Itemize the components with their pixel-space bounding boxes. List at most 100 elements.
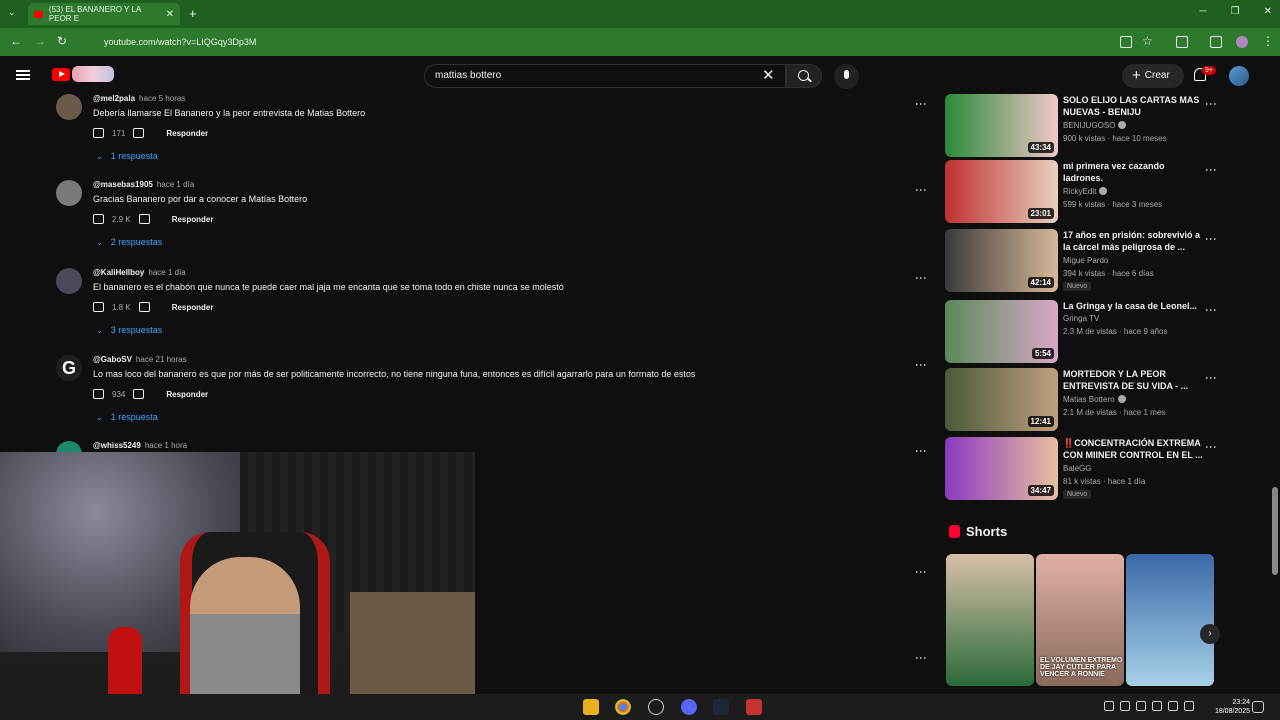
video-title[interactable]: ‼️CONCENTRACIÓN EXTREMA CON MIINER CONTR…: [1063, 437, 1203, 461]
video-channel[interactable]: Gringa TV: [1063, 314, 1099, 323]
user-avatar[interactable]: [1229, 66, 1249, 86]
url-field[interactable]: youtube.com/watch?v=LIQGqy3Dp3M: [84, 32, 1194, 52]
like-icon[interactable]: [93, 128, 104, 138]
comment-author[interactable]: @KaliHellboy: [93, 268, 144, 277]
comment-time[interactable]: hace 1 día: [157, 180, 194, 189]
scrollbar-thumb[interactable]: [1272, 487, 1278, 575]
reply-button[interactable]: Responder: [172, 215, 214, 224]
notifications-icon[interactable]: [1252, 701, 1264, 713]
tray-icon[interactable]: [1120, 701, 1130, 711]
video-title[interactable]: La Gringa y la casa de Leonel...: [1063, 300, 1203, 312]
app-icon[interactable]: [746, 699, 762, 715]
new-tab-icon[interactable]: +: [189, 6, 197, 21]
file-explorer-icon[interactable]: [583, 699, 599, 715]
tray-icon[interactable]: [1104, 701, 1114, 711]
comment-avatar[interactable]: [56, 180, 82, 206]
dislike-icon[interactable]: [133, 389, 145, 399]
back-icon[interactable]: ←: [10, 34, 22, 48]
wifi-icon[interactable]: [1168, 701, 1178, 711]
clock[interactable]: 23:24 18/08/2025: [1215, 698, 1250, 716]
browser-tab[interactable]: (53) EL BANANERO Y LA PEOR E ✕: [28, 3, 180, 25]
comment-menu-icon[interactable]: ⋮: [914, 566, 928, 578]
video-channel[interactable]: BaleGG: [1063, 464, 1091, 473]
reply-button[interactable]: Responder: [166, 129, 208, 138]
video-title[interactable]: mi primera vez cazando ladrones.: [1063, 160, 1203, 184]
volume-icon[interactable]: [1184, 701, 1194, 711]
video-channel[interactable]: Matias Bottero: [1063, 395, 1126, 404]
discord-icon[interactable]: [681, 699, 697, 715]
voice-search-icon[interactable]: [834, 64, 859, 89]
video-thumbnail[interactable]: 42:14: [945, 229, 1058, 292]
youtube-logo-icon[interactable]: [52, 68, 70, 81]
video-title[interactable]: MORTEDOR Y LA PEOR ENTREVISTA DE SU VIDA…: [1063, 368, 1203, 392]
reply-button[interactable]: Responder: [172, 303, 214, 312]
like-icon[interactable]: [93, 302, 104, 312]
search-button[interactable]: [786, 64, 822, 88]
video-thumbnail[interactable]: 23:01: [945, 160, 1058, 223]
related-video[interactable]: 5:54 La Gringa y la casa de Leonel... Gr…: [945, 300, 1220, 364]
search-input[interactable]: mattias bottero: [424, 64, 786, 88]
page-scrollbar[interactable]: [1270, 94, 1280, 694]
short-item[interactable]: [946, 554, 1034, 686]
view-replies-button[interactable]: ⌄ 1 respuesta: [96, 412, 158, 422]
related-video[interactable]: 42:14 17 años en prisión: sobrevivió a l…: [945, 229, 1220, 293]
clear-search-icon[interactable]: ✕: [762, 66, 775, 84]
comment-menu-icon[interactable]: ⋮: [914, 98, 928, 110]
install-icon[interactable]: [1120, 36, 1132, 48]
steam-icon[interactable]: [713, 699, 729, 715]
comment-menu-icon[interactable]: ⋮: [914, 445, 928, 457]
dislike-icon[interactable]: [138, 302, 150, 312]
comment-menu-icon[interactable]: ⋮: [914, 184, 928, 196]
like-icon[interactable]: [93, 389, 104, 399]
comment-menu-icon[interactable]: ⋮: [914, 359, 928, 371]
video-title[interactable]: 17 años en prisión: sobrevivió a la cárc…: [1063, 229, 1203, 253]
like-icon[interactable]: [93, 214, 104, 224]
profile-icon[interactable]: [1236, 36, 1248, 48]
video-menu-icon[interactable]: ⋮: [1204, 233, 1218, 245]
menu-icon[interactable]: [16, 70, 30, 80]
tray-icon[interactable]: [1152, 701, 1162, 711]
comment-time[interactable]: hace 1 día: [148, 268, 185, 277]
video-thumbnail[interactable]: 34:47: [945, 437, 1058, 500]
comment-avatar[interactable]: G: [56, 355, 82, 381]
comment-avatar[interactable]: [56, 94, 82, 120]
dislike-icon[interactable]: [133, 128, 145, 138]
minimize-icon[interactable]: ─: [1200, 6, 1207, 17]
reply-button[interactable]: Responder: [166, 390, 208, 399]
short-item[interactable]: EL VOLUMEN EXTREMO DE JAY CUTLER PARA VE…: [1036, 554, 1124, 686]
video-menu-icon[interactable]: ⋮: [1204, 441, 1218, 453]
related-video[interactable]: 23:01 mi primera vez cazando ladrones. R…: [945, 160, 1220, 224]
youtube-doodle[interactable]: [72, 66, 114, 82]
maximize-icon[interactable]: ❐: [1231, 6, 1240, 17]
related-video[interactable]: 12:41 MORTEDOR Y LA PEOR ENTREVISTA DE S…: [945, 368, 1220, 432]
comment-time[interactable]: hace 5 horas: [139, 94, 185, 103]
comment-author[interactable]: @masebas1905: [93, 180, 153, 189]
video-thumbnail[interactable]: 12:41: [945, 368, 1058, 431]
media-icon[interactable]: [1210, 36, 1222, 48]
comment-author[interactable]: @GaboSV: [93, 355, 132, 364]
video-channel[interactable]: Migue Pardo: [1063, 256, 1108, 265]
video-menu-icon[interactable]: ⋮: [1204, 304, 1218, 316]
comment-avatar[interactable]: [56, 268, 82, 294]
tab-search-icon[interactable]: ⌄: [8, 7, 16, 18]
video-title[interactable]: SOLO ELIJO LAS CARTAS MAS NUEVAS - BENIJ…: [1063, 94, 1203, 118]
comment-author[interactable]: @mel2pala: [93, 94, 135, 103]
comment-menu-icon[interactable]: ⋮: [914, 652, 928, 664]
obs-icon[interactable]: [648, 699, 664, 715]
video-channel[interactable]: BENIJUGOSO: [1063, 121, 1127, 130]
comment-time[interactable]: hace 21 horas: [136, 355, 187, 364]
extensions-icon[interactable]: [1176, 36, 1188, 48]
chrome-icon[interactable]: [615, 699, 631, 715]
close-window-icon[interactable]: ✕: [1264, 6, 1272, 17]
view-replies-button[interactable]: ⌄ 3 respuestas: [96, 325, 162, 335]
video-channel[interactable]: RickyEdit: [1063, 187, 1108, 196]
related-video[interactable]: 43:34 SOLO ELIJO LAS CARTAS MAS NUEVAS -…: [945, 94, 1220, 158]
comment-menu-icon[interactable]: ⋮: [914, 272, 928, 284]
short-item[interactable]: [1126, 554, 1214, 686]
forward-icon[interactable]: →: [34, 34, 46, 48]
tray-icon[interactable]: [1136, 701, 1146, 711]
comment-time[interactable]: hace 1 hora: [145, 441, 187, 450]
create-button[interactable]: + Crear: [1122, 64, 1184, 88]
comment-author[interactable]: @whiss5249: [93, 441, 141, 450]
browser-menu-icon[interactable]: ⋮: [1262, 34, 1274, 48]
